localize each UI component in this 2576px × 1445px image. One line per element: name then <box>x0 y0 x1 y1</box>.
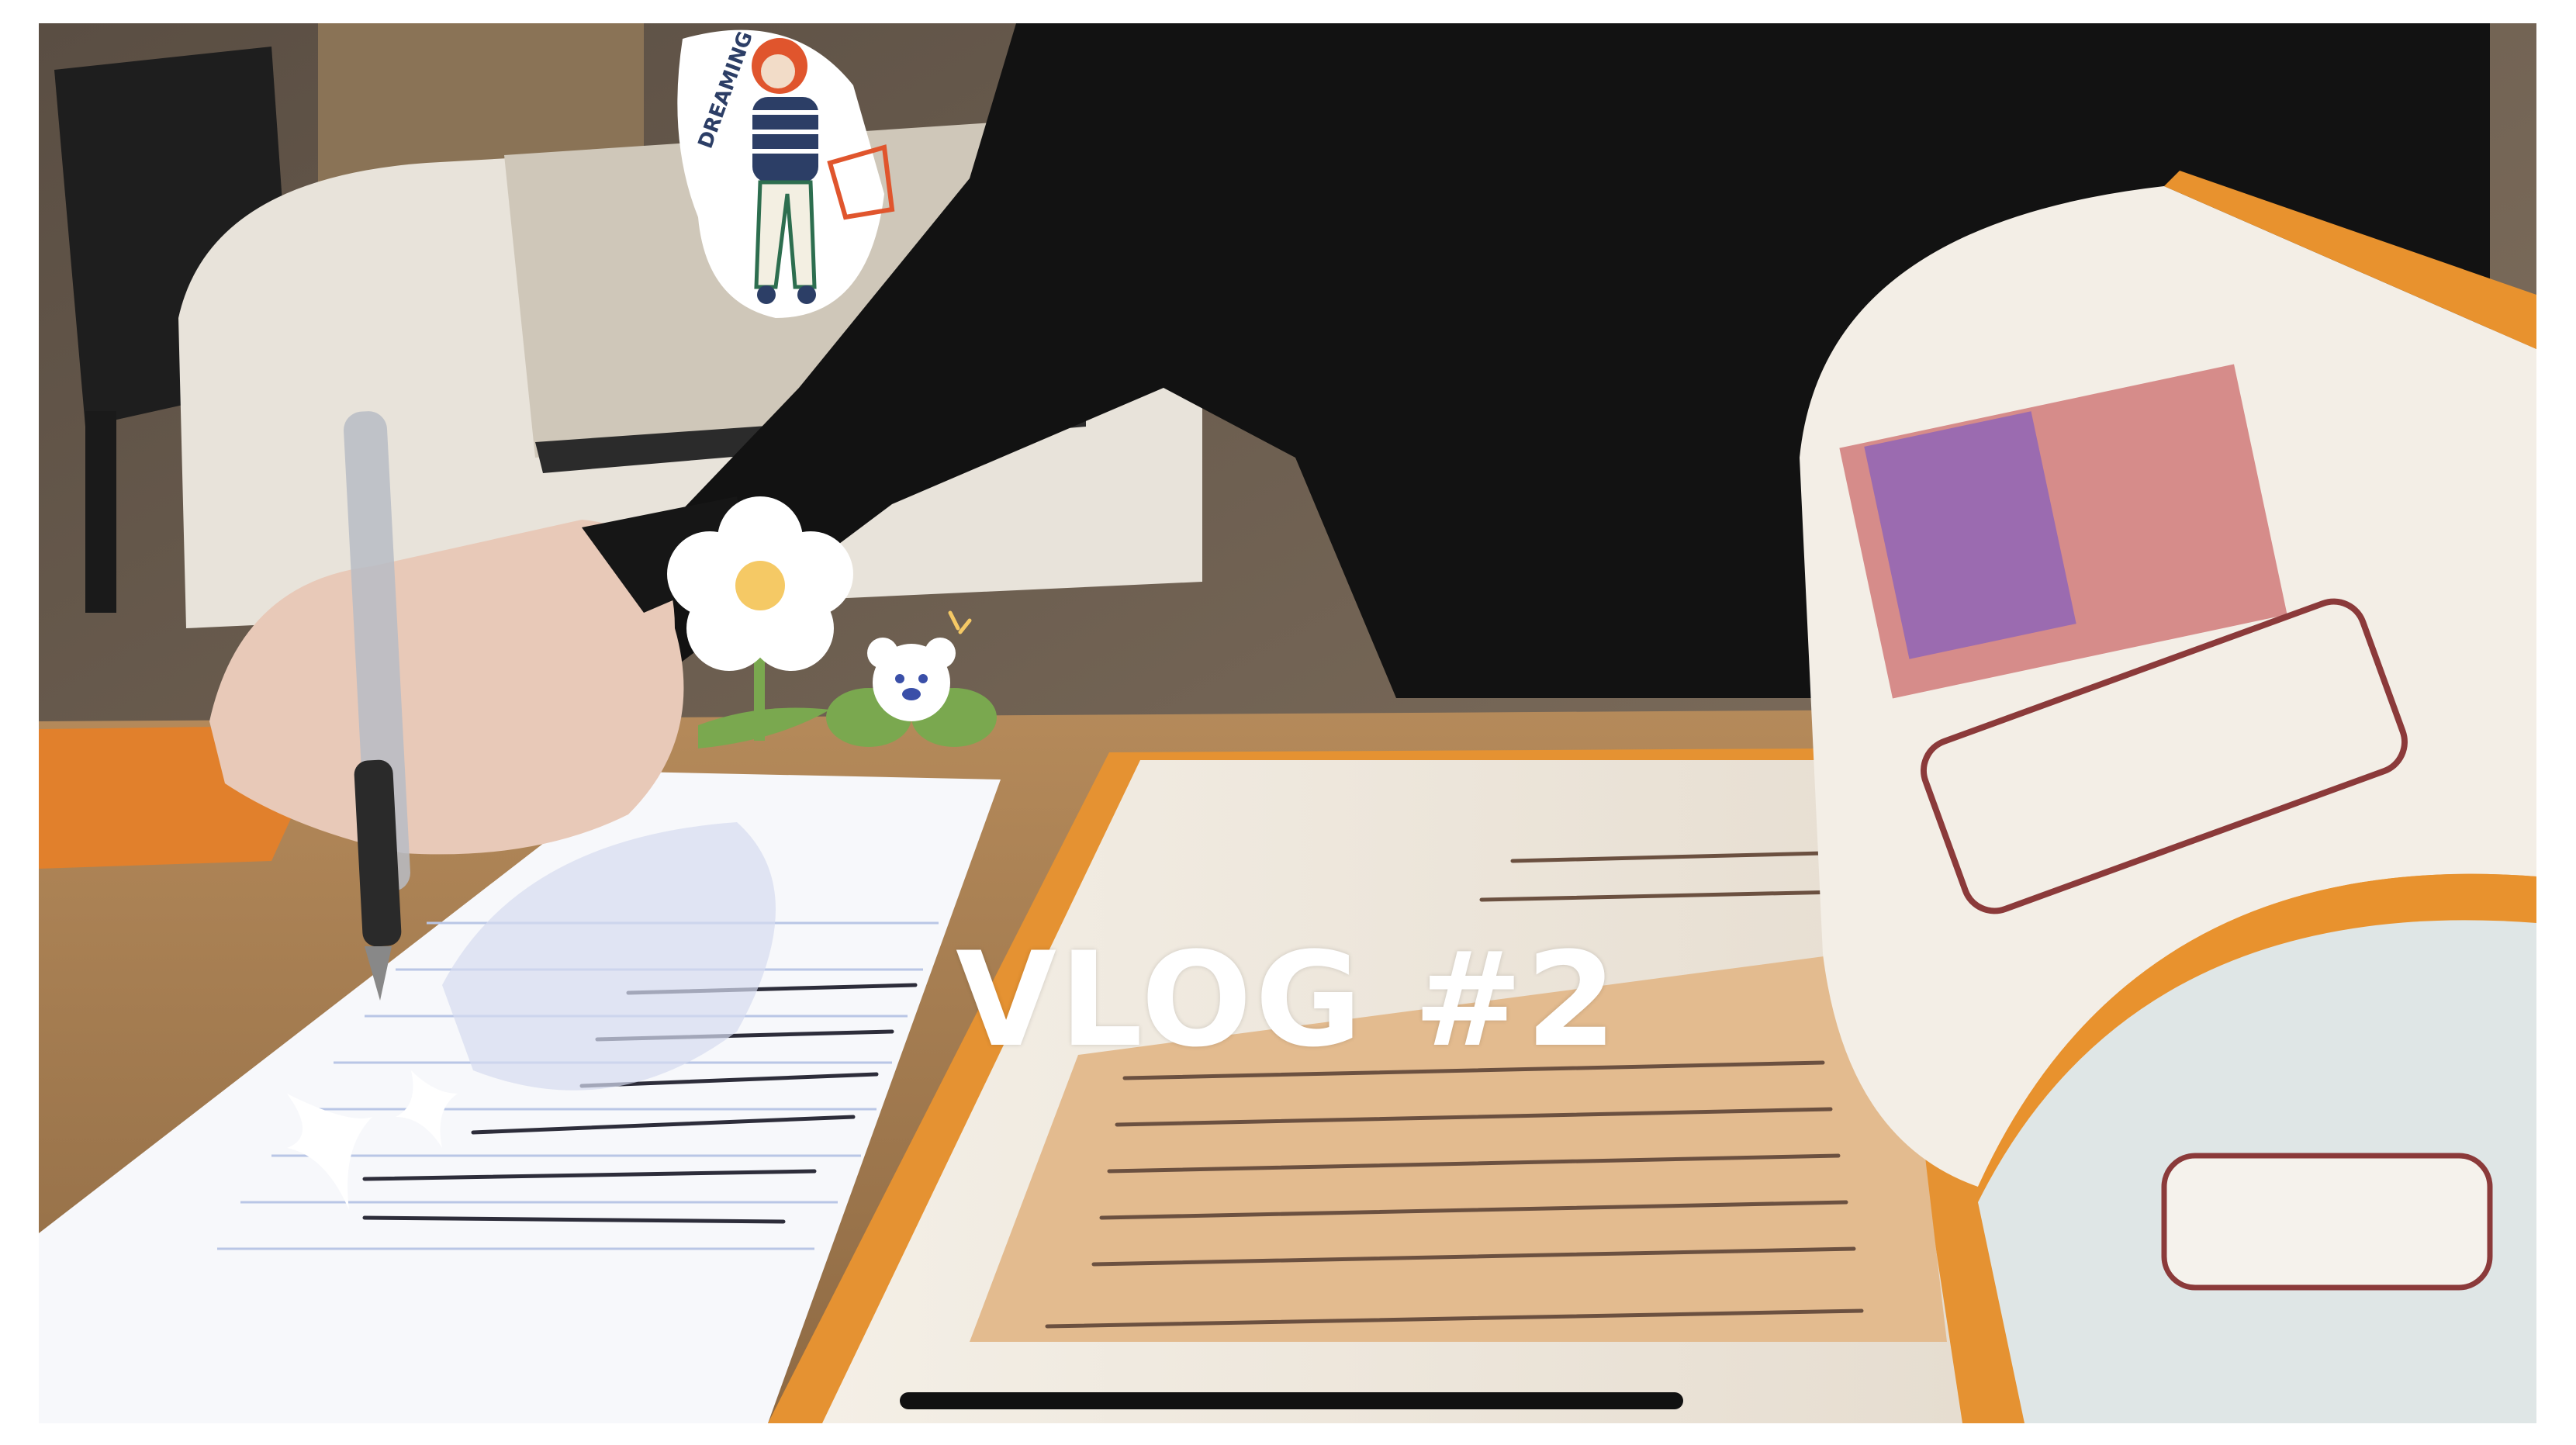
sparkle-sticker <box>287 1070 458 1210</box>
bear-sticker <box>826 610 997 747</box>
vlog-title: VLOG #2 <box>956 924 1620 1076</box>
video-frame: DREAMING VLOG #2 <box>39 23 2536 1423</box>
dreaming-girl-sticker: DREAMING <box>677 29 895 319</box>
home-indicator[interactable] <box>900 1392 1683 1409</box>
lower-label-box <box>2161 1153 2493 1291</box>
